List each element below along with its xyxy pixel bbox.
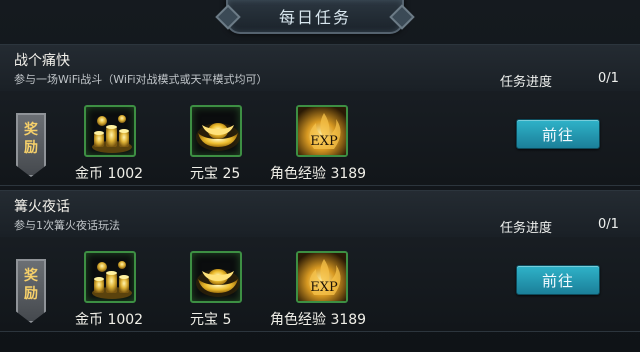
exp-text: EXP — [310, 280, 338, 295]
yuanbao-icon — [190, 105, 242, 157]
reward-badge: 奖 励 — [16, 113, 46, 177]
reward-label: 角色经验 3189 — [270, 312, 367, 328]
gold-coins-icon — [84, 251, 136, 303]
yuanbao-icon — [190, 251, 242, 303]
reward-item-gold[interactable]: 金币 1002 — [75, 251, 143, 328]
task-name: 篝火夜话 — [14, 199, 70, 215]
gold-coins-icon — [84, 105, 136, 157]
reward-badge-char: 励 — [24, 140, 38, 156]
daily-task-screen: 每日任务 战个痛快 参与一场WiFi战斗（WiFi对战模式或天平模式均可） 任务… — [0, 0, 640, 352]
progress-value: 0/1 — [598, 71, 619, 86]
task-name: 战个痛快 — [14, 53, 70, 69]
reward-item-exp[interactable]: EXP 角色经验 3189 — [270, 251, 366, 328]
progress-value: 0/1 — [598, 217, 619, 232]
reward-badge: 奖 励 — [16, 259, 46, 323]
reward-item-yuanbao[interactable]: 元宝 25 — [190, 105, 242, 182]
exp-icon: EXP — [296, 105, 348, 157]
exp-text: EXP — [310, 134, 338, 149]
reward-item-exp[interactable]: EXP 角色经验 3189 — [270, 105, 366, 182]
title-banner: 每日任务 — [226, 0, 404, 34]
page-title: 每日任务 — [278, 8, 351, 27]
reward-label: 元宝 5 — [190, 312, 232, 328]
go-button-label: 前往 — [541, 125, 574, 144]
reward-item-yuanbao[interactable]: 元宝 5 — [190, 251, 242, 328]
reward-badge-char: 励 — [24, 286, 38, 302]
go-button-label: 前往 — [541, 271, 574, 290]
progress-label: 任务进度 — [500, 75, 553, 90]
task-description: 参与1次篝火夜话玩法 — [14, 219, 120, 232]
go-button[interactable]: 前往 — [516, 119, 600, 149]
reward-label: 金币 1002 — [75, 312, 144, 328]
task-description: 参与一场WiFi战斗（WiFi对战模式或天平模式均可） — [14, 73, 268, 86]
reward-label: 金币 1002 — [75, 166, 144, 182]
go-button[interactable]: 前往 — [516, 265, 600, 295]
reward-badge-char: 奖 — [24, 268, 38, 284]
exp-icon: EXP — [296, 251, 348, 303]
reward-label: 角色经验 3189 — [270, 166, 367, 182]
reward-label: 元宝 25 — [190, 166, 241, 182]
task-panel-2: 篝火夜话 参与1次篝火夜话玩法 任务进度 0/1 奖 励 金币 1002 元宝 … — [0, 190, 640, 332]
progress-label: 任务进度 — [500, 221, 553, 236]
reward-badge-char: 奖 — [24, 122, 38, 138]
task-panel-1: 战个痛快 参与一场WiFi战斗（WiFi对战模式或天平模式均可） 任务进度 0/… — [0, 44, 640, 186]
reward-item-gold[interactable]: 金币 1002 — [75, 105, 143, 182]
